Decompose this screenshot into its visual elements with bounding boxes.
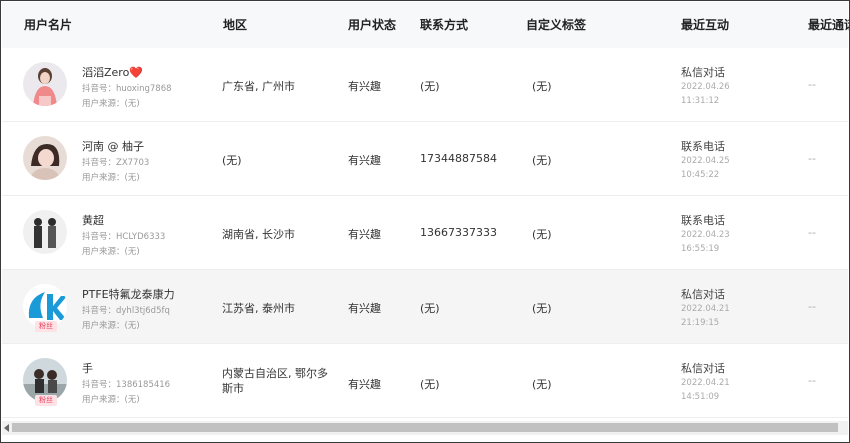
user-avatar[interactable] (23, 210, 67, 254)
table-row[interactable]: 滔滔Zero❤️ 抖音号：huoxing7868 用户来源：(无) 广东省, 广… (2, 48, 848, 122)
user-name[interactable]: 黄超 (82, 212, 104, 228)
scrollbar-thumb[interactable] (12, 423, 838, 432)
douyin-id: 抖音号：HCLYD6333 (82, 232, 166, 242)
column-header-region: 地区 (223, 18, 248, 32)
recent-interaction-type: 联系电话 (681, 140, 725, 153)
region: (无) (222, 154, 242, 167)
custom-tags: (无) (532, 378, 552, 391)
user-status: 有兴趣 (348, 378, 381, 391)
table-row[interactable]: 河南 @ 柚子 抖音号：ZX7703 用户来源：(无) (无) 有兴趣 1734… (2, 122, 848, 196)
douyin-id: 抖音号：huoxing7868 (82, 84, 172, 94)
recent-call: -- (808, 152, 816, 165)
table-row[interactable]: 黄超 抖音号：HCLYD6333 用户来源：(无) 湖南省, 长沙市 有兴趣 1… (2, 196, 848, 270)
recent-interaction-time: 14:51:09 (681, 392, 720, 402)
table-row[interactable]: 粉丝 PTFE特氟龙泰康力 抖音号：dyhl3tj6d5fq 用户来源：(无) … (2, 270, 848, 344)
recent-interaction-type: 私信对话 (681, 66, 725, 79)
customer-table: 用户名片 地区 用户状态 联系方式 自定义标签 最近互动 最近通话 滔滔Zero… (0, 0, 850, 443)
column-header-status: 用户状态 (348, 18, 397, 32)
user-status: 有兴趣 (348, 154, 381, 167)
column-header-tags: 自定义标签 (526, 18, 587, 32)
recent-interaction-time: 21:19:15 (681, 318, 720, 328)
custom-tags: (无) (532, 228, 552, 241)
user-source: 用户来源：(无) (82, 395, 140, 405)
region: 江苏省, 泰州市 (222, 302, 295, 315)
recent-interaction-date: 2022.04.26 (681, 82, 730, 92)
recent-interaction-time: 10:45:22 (681, 170, 720, 180)
column-header-contact: 联系方式 (420, 18, 469, 32)
recent-call: -- (808, 300, 816, 313)
horizontal-scrollbar[interactable] (2, 421, 848, 435)
recent-interaction-date: 2022.04.25 (681, 156, 730, 166)
recent-interaction-date: 2022.04.21 (681, 378, 730, 388)
contact-info: (无) (420, 378, 440, 391)
recent-interaction-time: 16:55:19 (681, 244, 720, 254)
recent-interaction-date: 2022.04.21 (681, 304, 730, 314)
table-header: 用户名片 地区 用户状态 联系方式 自定义标签 最近互动 最近通话 (2, 2, 849, 48)
fan-badge: 粉丝 (35, 395, 57, 406)
user-status: 有兴趣 (348, 228, 381, 241)
custom-tags: (无) (532, 80, 552, 93)
recent-call: -- (808, 78, 816, 91)
custom-tags: (无) (532, 154, 552, 167)
column-header-name: 用户名片 (24, 18, 73, 32)
recent-interaction-date: 2022.04.23 (681, 230, 730, 240)
contact-info: 17344887584 (420, 152, 497, 165)
user-source: 用户来源：(无) (82, 247, 140, 257)
douyin-id: 抖音号：ZX7703 (82, 158, 150, 168)
user-source: 用户来源：(无) (82, 173, 140, 183)
scroll-left-arrow-icon[interactable] (4, 424, 9, 432)
fan-badge: 粉丝 (35, 321, 57, 332)
douyin-id: 抖音号：1386185416 (82, 380, 171, 390)
user-name[interactable]: 滔滔Zero❤️ (82, 64, 143, 80)
contact-info: 13667337333 (420, 226, 497, 239)
recent-interaction-type: 联系电话 (681, 214, 725, 227)
user-name[interactable]: 河南 @ 柚子 (82, 138, 144, 154)
custom-tags: (无) (532, 302, 552, 315)
recent-interaction-type: 私信对话 (681, 362, 725, 375)
user-name[interactable]: 手 (82, 360, 93, 376)
user-name[interactable]: PTFE特氟龙泰康力 (82, 286, 175, 302)
column-header-recent-interaction: 最近互动 (681, 18, 730, 32)
user-status: 有兴趣 (348, 80, 381, 93)
recent-interaction-time: 11:31:12 (681, 96, 720, 106)
recent-call: -- (808, 226, 816, 239)
user-source: 用户来源：(无) (82, 321, 140, 331)
recent-interaction-type: 私信对话 (681, 288, 725, 301)
user-avatar[interactable] (23, 62, 67, 106)
region: 内蒙古自治区, 鄂尔多斯市 (222, 367, 328, 395)
region: 广东省, 广州市 (222, 80, 295, 93)
table-row[interactable]: 粉丝 手 抖音号：1386185416 用户来源：(无) 内蒙古自治区, 鄂尔多… (2, 344, 848, 418)
user-source: 用户来源：(无) (82, 99, 140, 109)
contact-info: (无) (420, 80, 440, 93)
douyin-id: 抖音号：dyhl3tj6d5fq (82, 306, 170, 316)
user-status: 有兴趣 (348, 302, 381, 315)
contact-info: (无) (420, 302, 440, 315)
column-header-recent-call: 最近通话 (808, 18, 849, 32)
region: 湖南省, 长沙市 (222, 228, 295, 241)
user-avatar[interactable] (23, 136, 67, 180)
recent-call: -- (808, 374, 816, 387)
